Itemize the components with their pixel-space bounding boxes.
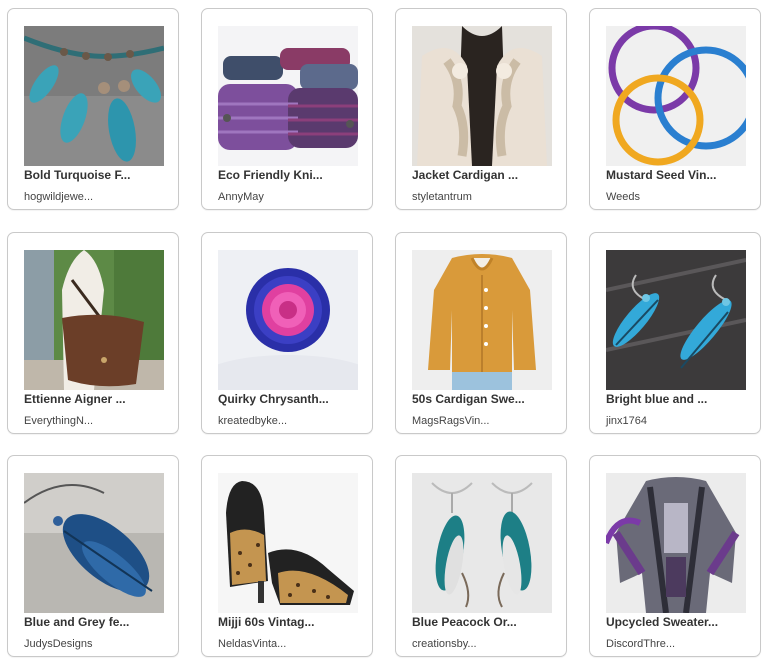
listing-card[interactable]: Bright blue and ... jinx1764 bbox=[589, 232, 761, 434]
listing-card[interactable]: Bold Turquoise F... hogwildjewe... bbox=[7, 8, 179, 210]
listing-title[interactable]: Jacket Cardigan ... bbox=[412, 168, 562, 182]
listing-thumbnail[interactable] bbox=[412, 250, 552, 390]
listing-title[interactable]: Blue and Grey fe... bbox=[24, 615, 174, 629]
listing-shop-name[interactable]: DiscordThre... bbox=[606, 638, 756, 650]
listing-thumbnail[interactable] bbox=[218, 250, 358, 390]
listing-thumbnail[interactable] bbox=[24, 473, 164, 613]
listing-thumbnail[interactable] bbox=[412, 26, 552, 166]
listing-card[interactable]: Quirky Chrysanth... kreatedbyke... bbox=[201, 232, 373, 434]
listing-title[interactable]: Mustard Seed Vin... bbox=[606, 168, 756, 182]
listing-title[interactable]: Mijji 60s Vintag... bbox=[218, 615, 368, 629]
listing-shop-name[interactable]: JudysDesigns bbox=[24, 638, 174, 650]
listing-thumbnail[interactable] bbox=[24, 250, 164, 390]
listing-thumbnail[interactable] bbox=[412, 473, 552, 613]
listing-card[interactable]: Blue Peacock Or... creationsby... bbox=[395, 455, 567, 657]
listing-thumbnail[interactable] bbox=[24, 26, 164, 166]
listing-shop-name[interactable]: creationsby... bbox=[412, 638, 562, 650]
listing-shop-name[interactable]: styletantrum bbox=[412, 191, 562, 203]
listing-card[interactable]: Mijji 60s Vintag... NeldasVinta... bbox=[201, 455, 373, 657]
listing-title[interactable]: 50s Cardigan Swe... bbox=[412, 392, 562, 406]
listing-shop-name[interactable]: hogwildjewe... bbox=[24, 191, 174, 203]
listing-grid: Bold Turquoise F... hogwildjewe... Eco F… bbox=[0, 0, 771, 664]
listing-card[interactable]: Upcycled Sweater... DiscordThre... bbox=[589, 455, 761, 657]
listing-shop-name[interactable]: MagsRagsVin... bbox=[412, 415, 562, 427]
listing-shop-name[interactable]: Weeds bbox=[606, 191, 756, 203]
listing-card[interactable]: Eco Friendly Kni... AnnyMay bbox=[201, 8, 373, 210]
listing-title[interactable]: Bold Turquoise F... bbox=[24, 168, 174, 182]
listing-card[interactable]: Blue and Grey fe... JudysDesigns bbox=[7, 455, 179, 657]
listing-card[interactable]: Ettienne Aigner ... EverythingN... bbox=[7, 232, 179, 434]
listing-title[interactable]: Upcycled Sweater... bbox=[606, 615, 756, 629]
listing-title[interactable]: Quirky Chrysanth... bbox=[218, 392, 368, 406]
listing-shop-name[interactable]: jinx1764 bbox=[606, 415, 756, 427]
listing-title[interactable]: Bright blue and ... bbox=[606, 392, 756, 406]
listing-title[interactable]: Ettienne Aigner ... bbox=[24, 392, 174, 406]
listing-thumbnail[interactable] bbox=[606, 250, 746, 390]
listing-thumbnail[interactable] bbox=[606, 473, 746, 613]
listing-shop-name[interactable]: AnnyMay bbox=[218, 191, 368, 203]
listing-shop-name[interactable]: NeldasVinta... bbox=[218, 638, 368, 650]
listing-shop-name[interactable]: kreatedbyke... bbox=[218, 415, 368, 427]
listing-title[interactable]: Eco Friendly Kni... bbox=[218, 168, 368, 182]
listing-title[interactable]: Blue Peacock Or... bbox=[412, 615, 562, 629]
listing-card[interactable]: 50s Cardigan Swe... MagsRagsVin... bbox=[395, 232, 567, 434]
listing-shop-name[interactable]: EverythingN... bbox=[24, 415, 174, 427]
listing-thumbnail[interactable] bbox=[606, 26, 746, 166]
listing-thumbnail[interactable] bbox=[218, 473, 358, 613]
listing-thumbnail[interactable] bbox=[218, 26, 358, 166]
listing-card[interactable]: Mustard Seed Vin... Weeds bbox=[589, 8, 761, 210]
listing-card[interactable]: Jacket Cardigan ... styletantrum bbox=[395, 8, 567, 210]
